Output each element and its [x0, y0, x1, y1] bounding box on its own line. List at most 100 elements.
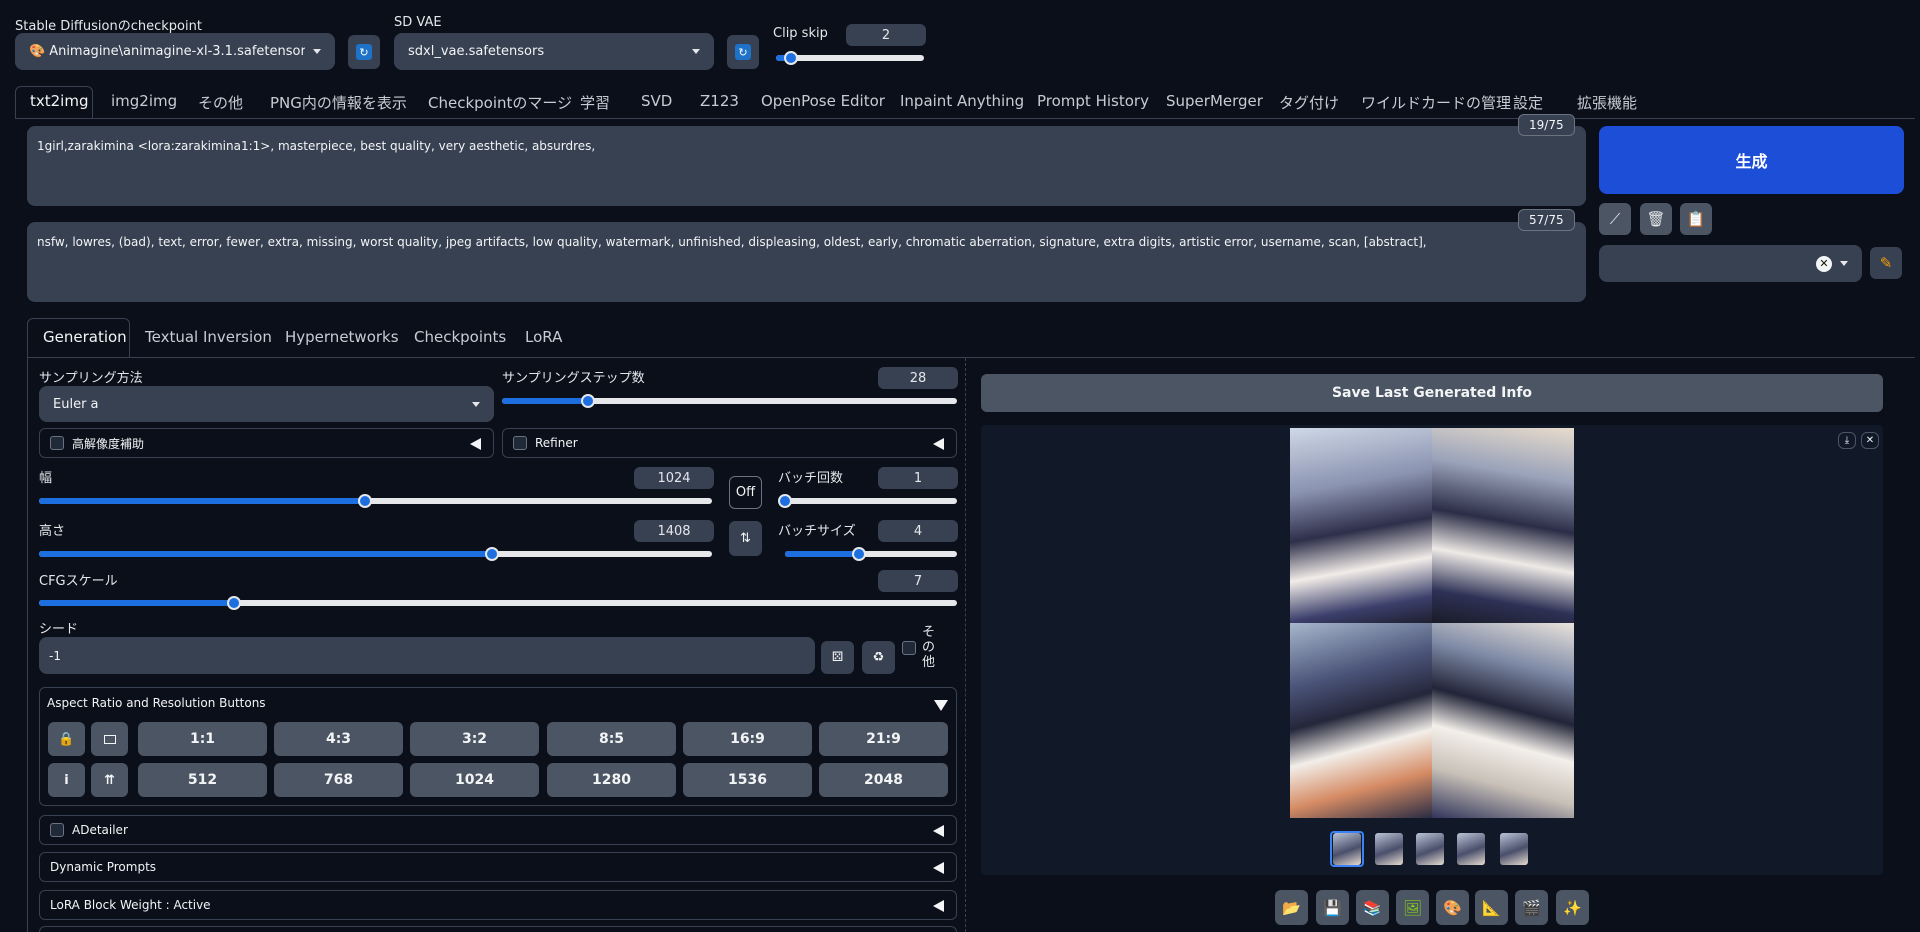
clear-icon[interactable]: ✕	[1816, 255, 1832, 272]
batch-count-value[interactable]: 1	[878, 467, 958, 489]
subtab-textual-inversion[interactable]: Textual Inversion	[145, 328, 272, 346]
edit-styles-icon[interactable]: ✎	[1870, 247, 1902, 279]
tab-14[interactable]: 設定	[1513, 92, 1543, 113]
slider-thumb[interactable]	[851, 547, 866, 561]
size-button-1536[interactable]: 1536	[683, 763, 812, 797]
tab-10[interactable]: Prompt History	[1037, 92, 1149, 110]
height-value[interactable]: 1408	[634, 520, 714, 542]
batch-size-slider[interactable]	[785, 547, 957, 561]
tab-3[interactable]: PNG内の情報を表示	[270, 92, 407, 113]
steps-value[interactable]: 28	[878, 367, 958, 389]
tab-0[interactable]: txt2img	[30, 92, 88, 110]
tab-1[interactable]: img2img	[111, 92, 177, 110]
slider-thumb[interactable]	[484, 547, 499, 561]
hires-accordion[interactable]: 高解像度補助	[39, 428, 494, 458]
send-to-extras-icon[interactable]: 📐	[1475, 890, 1508, 925]
sampler-dropdown[interactable]: Euler a	[39, 386, 494, 422]
slider-thumb[interactable]	[778, 494, 792, 508]
positive-prompt-textarea[interactable]: 1girl,zarakimina <lora:zarakimina1:1>, m…	[27, 126, 1586, 206]
zip-icon[interactable]: 📚	[1356, 890, 1389, 925]
size-button-512[interactable]: 512	[138, 763, 267, 797]
tab-2[interactable]: その他	[198, 92, 243, 113]
subtab-hypernetworks[interactable]: Hypernetworks	[285, 328, 399, 346]
style-dropdown[interactable]: ✕	[1599, 245, 1862, 282]
thumbnail-grid[interactable]	[1333, 833, 1361, 865]
open-folder-icon[interactable]: 📂	[1275, 890, 1308, 925]
tab-12[interactable]: タグ付け	[1279, 92, 1339, 113]
video-icon[interactable]: 🎬	[1515, 890, 1548, 925]
adetailer-accordion[interactable]: ADetailer	[39, 815, 957, 845]
trash-icon[interactable]: 🗑	[1640, 203, 1672, 235]
tab-8[interactable]: OpenPose Editor	[761, 92, 885, 110]
info-icon[interactable]: i	[48, 763, 85, 797]
width-slider[interactable]	[39, 494, 712, 508]
ratio-button-3x2[interactable]: 3:2	[410, 722, 539, 756]
send-to-inpaint-icon[interactable]: 🎨	[1436, 890, 1469, 925]
clip-skip-value[interactable]: 2	[846, 24, 926, 46]
send-to-img2img-icon[interactable]: 🖼	[1396, 890, 1429, 925]
tab-4[interactable]: Checkpointのマージ	[428, 92, 572, 113]
cfg-slider[interactable]	[39, 596, 957, 610]
refresh-checkpoint-button[interactable]: ↻	[348, 35, 380, 69]
ratio-button-1x1[interactable]: 1:1	[138, 722, 267, 756]
batch-count-slider[interactable]	[778, 494, 957, 508]
swap-dimensions-button[interactable]: ⇅	[729, 521, 762, 556]
lock-aspect-icon[interactable]: 🔒	[48, 722, 85, 756]
clip-skip-slider[interactable]	[776, 51, 924, 65]
steps-slider[interactable]	[502, 394, 957, 408]
negative-prompt-textarea[interactable]: nsfw, lowres, (bad), text, error, fewer,…	[27, 222, 1586, 302]
refiner-checkbox[interactable]	[513, 436, 527, 450]
tab-15[interactable]: 拡張機能	[1577, 92, 1637, 113]
tab-5[interactable]: 学習	[580, 92, 610, 113]
close-icon[interactable]: ✕	[1861, 432, 1879, 449]
cfg-value[interactable]: 7	[878, 570, 958, 592]
thumbnail-4[interactable]	[1500, 833, 1528, 865]
height-slider[interactable]	[39, 547, 712, 561]
size-button-1280[interactable]: 1280	[547, 763, 676, 797]
orientation-rectangle-icon[interactable]	[91, 722, 128, 756]
thumbnail-3[interactable]	[1457, 833, 1485, 865]
sparkle-icon[interactable]: ✨	[1556, 890, 1589, 925]
refresh-vae-button[interactable]: ↻	[727, 35, 759, 69]
upscale-arrows-icon[interactable]: ⇈	[91, 763, 128, 797]
save-icon[interactable]: 💾	[1316, 890, 1349, 925]
save-last-generated-info-button[interactable]: Save Last Generated Info	[981, 374, 1883, 412]
reuse-seed-recycle-icon[interactable]: ♻	[862, 641, 895, 674]
generate-button[interactable]: 生成	[1599, 126, 1904, 194]
batch-size-value[interactable]: 4	[878, 520, 958, 542]
subtab-lora[interactable]: LoRA	[525, 328, 562, 346]
subtab-generation[interactable]: Generation	[43, 328, 127, 346]
subtab-checkpoints[interactable]: Checkpoints	[414, 328, 506, 346]
extra-seed-checkbox[interactable]	[902, 641, 916, 655]
refiner-accordion[interactable]: Refiner	[502, 428, 957, 458]
ratio-button-8x5[interactable]: 8:5	[547, 722, 676, 756]
thumbnail-2[interactable]	[1416, 833, 1444, 865]
tab-6[interactable]: SVD	[641, 92, 672, 110]
clipboard-icon[interactable]: 📋	[1680, 203, 1712, 235]
tab-13[interactable]: ワイルドカードの管理	[1361, 92, 1511, 113]
pencil-icon[interactable]: ⟋	[1599, 203, 1631, 235]
ratio-button-4x3[interactable]: 4:3	[274, 722, 403, 756]
width-value[interactable]: 1024	[634, 467, 714, 489]
generated-image[interactable]	[1290, 428, 1574, 818]
tab-9[interactable]: Inpaint Anything	[900, 92, 1024, 110]
size-button-2048[interactable]: 2048	[819, 763, 948, 797]
dimensions-off-button[interactable]: Off	[729, 476, 762, 509]
random-seed-dice-icon[interactable]: ⚄	[821, 641, 854, 674]
size-button-1024[interactable]: 1024	[410, 763, 539, 797]
size-button-768[interactable]: 768	[274, 763, 403, 797]
lora-block-weight-accordion[interactable]: LoRA Block Weight : Active	[39, 890, 957, 920]
download-icon[interactable]: ⤓	[1838, 432, 1856, 449]
ratio-button-21x9[interactable]: 21:9	[819, 722, 948, 756]
tab-7[interactable]: Z123	[700, 92, 739, 110]
hires-checkbox[interactable]	[50, 436, 64, 450]
tab-11[interactable]: SuperMerger	[1166, 92, 1263, 110]
vae-dropdown[interactable]: sdxl_vae.safetensors	[394, 33, 714, 70]
ratio-button-16x9[interactable]: 16:9	[683, 722, 812, 756]
thumbnail-1[interactable]	[1375, 833, 1403, 865]
slider-thumb[interactable]	[226, 596, 241, 610]
seed-input[interactable]: -1	[39, 637, 815, 674]
expand-arrow-icon[interactable]	[934, 700, 948, 711]
slider-thumb[interactable]	[783, 51, 798, 65]
dynamic-prompts-accordion[interactable]: Dynamic Prompts	[39, 852, 957, 882]
